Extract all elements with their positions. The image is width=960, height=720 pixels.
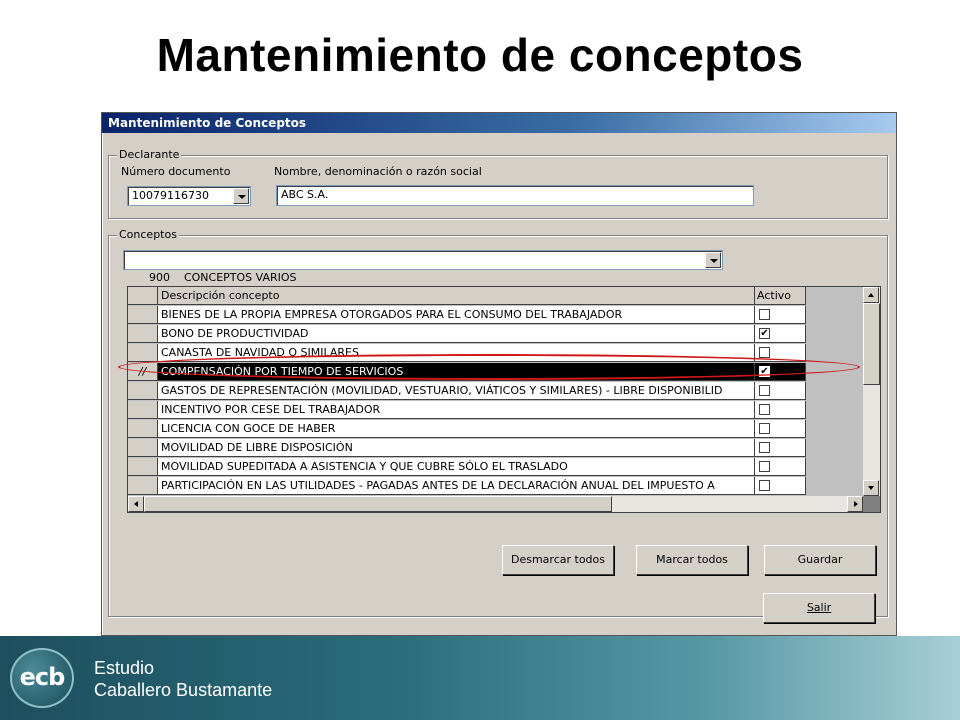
active-cell xyxy=(755,458,806,476)
declarante-group-label: Declarante xyxy=(117,148,182,161)
row-selector[interactable] xyxy=(128,306,158,324)
table-row[interactable]: MOVILIDAD DE LIBRE DISPOSICIÓN xyxy=(128,439,863,458)
concept-category-dropdown-button[interactable] xyxy=(705,252,721,268)
concept-description-cell[interactable]: GASTOS DE REPRESENTACIÓN (MOVILIDAD, VES… xyxy=(158,382,755,400)
logo-text: ecb xyxy=(19,663,66,691)
active-checkbox[interactable] xyxy=(759,423,770,434)
concept-description-cell[interactable]: COMPENSACIÓN POR TIEMPO DE SERVICIOS xyxy=(158,363,755,381)
doc-number-label: Número documento xyxy=(121,165,231,178)
row-selector[interactable]: // xyxy=(128,363,158,381)
slide-title: Mantenimiento de conceptos xyxy=(156,29,804,81)
concept-description-cell[interactable]: CANASTA DE NAVIDAD O SIMILARES xyxy=(158,344,755,362)
table-row[interactable]: INCENTIVO POR CESE DEL TRABAJADOR xyxy=(128,401,863,420)
table-row[interactable]: GASTOS DE REPRESENTACIÓN (MOVILIDAD, VES… xyxy=(128,382,863,401)
arrow-down-icon xyxy=(868,486,874,490)
concepts-grid-body: Descripción concepto Activo BIENES DE LA… xyxy=(128,287,863,512)
concept-category-select[interactable]: 900 CONCEPTOS VARIOS xyxy=(123,250,723,284)
column-header-description[interactable]: Descripción concepto xyxy=(158,287,755,305)
unmark-all-button[interactable]: Desmarcar todos xyxy=(502,545,614,575)
footer-banner: ecb Estudio Caballero Bustamante xyxy=(0,636,960,720)
row-selector[interactable] xyxy=(128,458,158,476)
concept-description-cell[interactable]: BIENES DE LA PROPIA EMPRESA OTORGADOS PA… xyxy=(158,306,755,324)
concept-description-cell[interactable]: INCENTIVO POR CESE DEL TRABAJADOR xyxy=(158,401,755,419)
declarante-group: Declarante Número documento Nombre, deno… xyxy=(108,148,888,219)
arrow-left-icon xyxy=(134,501,138,507)
grid-header-row: Descripción concepto Activo xyxy=(128,287,863,306)
mark-all-button[interactable]: Marcar todos xyxy=(636,545,748,575)
table-row[interactable]: BIENES DE LA PROPIA EMPRESA OTORGADOS PA… xyxy=(128,306,863,325)
brand-line-2: Caballero Bustamante xyxy=(94,680,273,700)
scroll-up-button[interactable] xyxy=(863,287,879,303)
doc-number-value: 10079116730 xyxy=(132,189,209,202)
arrow-right-icon xyxy=(854,501,858,507)
active-cell xyxy=(755,439,806,457)
exit-button[interactable]: Salir xyxy=(763,593,875,623)
vertical-scroll-thumb[interactable] xyxy=(863,303,880,385)
active-cell xyxy=(755,344,806,362)
active-checkbox[interactable] xyxy=(759,347,770,358)
row-selector[interactable] xyxy=(128,325,158,343)
table-row[interactable]: BONO DE PRODUCTIVIDAD ✔ xyxy=(128,325,863,344)
scroll-down-button[interactable] xyxy=(863,480,879,496)
concept-description-cell[interactable]: PARTICIPACIÓN EN LAS UTILIDADES - PAGADA… xyxy=(158,477,755,495)
active-checkbox[interactable] xyxy=(759,404,770,415)
doc-number-select[interactable]: 10079116730 xyxy=(127,186,251,206)
horizontal-scroll-thumb[interactable] xyxy=(144,496,612,512)
concepts-grid: Descripción concepto Activo BIENES DE LA… xyxy=(127,286,881,513)
active-checkbox[interactable]: ✔ xyxy=(759,366,770,377)
active-cell: ✔ xyxy=(755,325,806,343)
active-checkbox[interactable] xyxy=(759,309,770,320)
save-button[interactable]: Guardar xyxy=(764,545,876,575)
concept-description-cell[interactable]: MOVILIDAD DE LIBRE DISPOSICIÓN xyxy=(158,439,755,457)
company-name-value: ABC S.A. xyxy=(281,188,329,201)
active-cell xyxy=(755,401,806,419)
grid-horizontal-scrollbar[interactable] xyxy=(128,496,863,512)
active-cell xyxy=(755,382,806,400)
concepts-window: Mantenimiento de Conceptos Declarante Nú… xyxy=(101,112,897,636)
row-selector[interactable] xyxy=(128,344,158,362)
active-checkbox[interactable] xyxy=(759,480,770,491)
active-cell: ✔ xyxy=(755,363,806,381)
active-cell xyxy=(755,306,806,324)
active-checkbox[interactable] xyxy=(759,461,770,472)
row-selector-header xyxy=(128,287,158,305)
scroll-right-button[interactable] xyxy=(847,496,863,512)
concept-description-cell[interactable]: BONO DE PRODUCTIVIDAD xyxy=(158,325,755,343)
active-checkbox[interactable] xyxy=(759,442,770,453)
row-selector[interactable] xyxy=(128,382,158,400)
active-checkbox[interactable]: ✔ xyxy=(759,328,770,339)
scroll-left-button[interactable] xyxy=(128,496,144,512)
conceptos-group: Conceptos 900 CONCEPTOS VARIOS Descripci… xyxy=(108,228,888,617)
concept-description-cell[interactable]: MOVILIDAD SUPEDITADA A ASISTENCIA Y QUE … xyxy=(158,458,755,476)
grid-vertical-scrollbar[interactable] xyxy=(863,287,880,496)
active-cell xyxy=(755,477,806,495)
concept-category-value: 900 CONCEPTOS VARIOS xyxy=(148,271,297,284)
row-selector[interactable] xyxy=(128,439,158,457)
active-checkbox[interactable] xyxy=(759,385,770,396)
table-row[interactable]: //COMPENSACIÓN POR TIEMPO DE SERVICIOS ✔ xyxy=(128,363,863,382)
conceptos-group-label: Conceptos xyxy=(117,228,179,241)
window-titlebar: Mantenimiento de Conceptos xyxy=(102,113,896,133)
row-selector[interactable] xyxy=(128,401,158,419)
table-row[interactable]: LICENCIA CON GOCE DE HABER xyxy=(128,420,863,439)
table-row[interactable]: CANASTA DE NAVIDAD O SIMILARES xyxy=(128,344,863,363)
doc-number-dropdown-button[interactable] xyxy=(233,188,249,204)
row-selector[interactable] xyxy=(128,477,158,495)
concept-description-cell[interactable]: LICENCIA CON GOCE DE HABER xyxy=(158,420,755,438)
column-header-active[interactable]: Activo xyxy=(755,287,806,305)
company-name-label: Nombre, denominación o razón social xyxy=(274,165,482,178)
brand-line-1: Estudio xyxy=(94,658,155,678)
active-cell xyxy=(755,420,806,438)
row-selector[interactable] xyxy=(128,420,158,438)
table-row[interactable]: PARTICIPACIÓN EN LAS UTILIDADES - PAGADA… xyxy=(128,477,863,496)
table-row[interactable]: MOVILIDAD SUPEDITADA A ASISTENCIA Y QUE … xyxy=(128,458,863,477)
company-name-input[interactable]: ABC S.A. xyxy=(276,185,754,206)
arrow-up-icon xyxy=(868,293,874,297)
